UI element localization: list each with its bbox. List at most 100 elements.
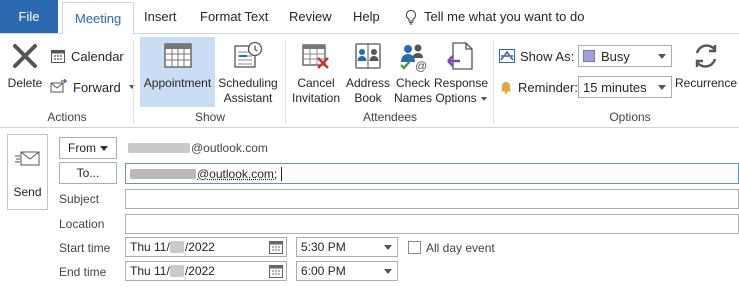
tab-review[interactable]: Review [289,0,332,33]
chevron-down-icon [384,245,392,250]
chevron-down-icon [384,269,392,274]
delete-button[interactable]: Delete [4,37,46,107]
response-options-button[interactable]: Response Options [434,37,488,107]
delete-label: Delete [7,76,43,90]
all-day-checkbox[interactable] [408,241,421,254]
chevron-down-icon [658,54,666,59]
from-button-label: From [68,141,96,155]
address-book-icon [355,43,381,69]
location-label: Location [59,217,105,231]
show-as-value: Busy [601,48,630,64]
scheduling-assistant-button[interactable]: Scheduling Assistant [217,37,279,107]
calendar-button[interactable]: Calendar [50,45,124,67]
all-day-label: All day event [426,241,495,255]
reminder-select[interactable]: 15 minutes [578,76,672,98]
forward-label: Forward [73,79,121,95]
send-envelope-icon [14,151,39,166]
cancel-label-1: Cancel [297,76,335,90]
response-options-icon [447,42,473,70]
response-label-2-wrap: Options [435,91,487,106]
group-separator [285,40,286,124]
options-group-label: Options [609,110,651,124]
show-as-select[interactable]: Busy [578,45,672,67]
text-caret [281,166,283,181]
scheduling-label-1: Scheduling [218,76,278,90]
tell-me-search[interactable]: Tell me what you want to do [403,0,584,33]
subject-label: Subject [59,192,100,206]
reminder-label-wrap: Reminder: [499,76,578,98]
forward-envelope-icon [50,79,68,93]
recurrence-label: Recurrence [674,76,738,90]
from-button[interactable]: From [59,137,117,159]
group-separator [493,40,494,124]
redacted-text [169,241,184,253]
forward-button[interactable]: Forward [50,76,135,98]
cancel-label-2: Invitation [291,91,341,105]
redacted-text [128,143,190,153]
response-label-1: Response [433,76,489,90]
start-time-value: 5:30 PM [301,240,346,254]
scheduling-clock-icon [234,41,263,68]
start-date-prefix: Thu 11/ [130,240,170,254]
chevron-down-icon [480,96,487,101]
to-field[interactable]: @outlook.com; [125,163,739,184]
end-date-picker[interactable]: Thu 11/ /2022 [125,261,287,281]
reminder-value: 15 minutes [583,79,647,95]
address-book-button[interactable]: Address Book [345,37,391,107]
calendar-icon[interactable] [269,240,283,254]
redacted-text [130,168,196,179]
tab-meeting[interactable]: Meeting [62,2,135,34]
ribbon-tab-bar: File Meeting Insert Format Text Review H… [0,0,739,34]
check-names-icon: @ [400,44,427,72]
cancel-invitation-icon [302,44,329,69]
show-as-label: Show As: [520,48,575,64]
end-time-label: End time [59,265,107,279]
start-date-picker[interactable]: Thu 11/ /2022 [125,237,287,257]
recurrence-icon [695,44,717,68]
tab-help[interactable]: Help [353,0,380,33]
address-label-1: Address [345,76,391,90]
appointment-button[interactable]: Appointment [140,37,215,107]
to-button[interactable]: To... [59,162,117,184]
cancel-invitation-button[interactable]: Cancel Invitation [290,37,342,107]
end-time-select[interactable]: 6:00 PM [296,261,398,281]
send-label: Send [13,185,42,199]
appointment-label: Appointment [143,76,212,90]
appointment-grid-icon [163,43,192,68]
redacted-text [169,265,184,277]
show-as-label-wrap: Show As: [499,45,574,67]
chevron-down-icon [658,85,666,90]
tab-format-text[interactable]: Format Text [200,0,268,33]
end-date-suffix: /2022 [184,264,215,278]
tell-me-text: Tell me what you want to do [424,9,585,24]
recurrence-button[interactable]: Recurrence [675,37,737,107]
scheduling-label-2: Assistant [223,91,273,105]
tab-file[interactable]: File [0,0,58,33]
group-separator [133,40,134,124]
send-button[interactable]: Send [7,134,48,210]
reminder-label: Reminder: [518,79,578,95]
to-address-domain: @outlook.com; [197,166,278,181]
end-time-value: 6:00 PM [301,264,346,278]
lightbulb-icon [405,9,417,25]
tab-insert[interactable]: Insert [144,0,177,33]
show-as-icon [499,49,515,63]
svg-text:@: @ [415,59,427,72]
subject-input[interactable] [125,189,739,209]
chevron-down-icon [100,145,108,151]
end-date-prefix: Thu 11/ [130,264,170,278]
delete-x-icon [13,44,37,68]
check-names-button[interactable]: @ Check Names [393,37,433,107]
check-label-1: Check [395,76,430,90]
start-time-select[interactable]: 5:30 PM [296,237,398,257]
start-time-label: Start time [59,241,111,255]
location-input[interactable] [125,214,739,234]
from-address: @outlook.com [128,141,268,155]
busy-swatch [583,50,595,62]
calendar-label: Calendar [71,48,124,64]
appointment-form: Send From @outlook.com To... @outlook.co… [0,129,739,287]
start-date-suffix: /2022 [184,240,215,254]
calendar-icon[interactable] [269,264,283,278]
response-label-2: Options [435,91,477,105]
check-label-2: Names [393,91,432,105]
